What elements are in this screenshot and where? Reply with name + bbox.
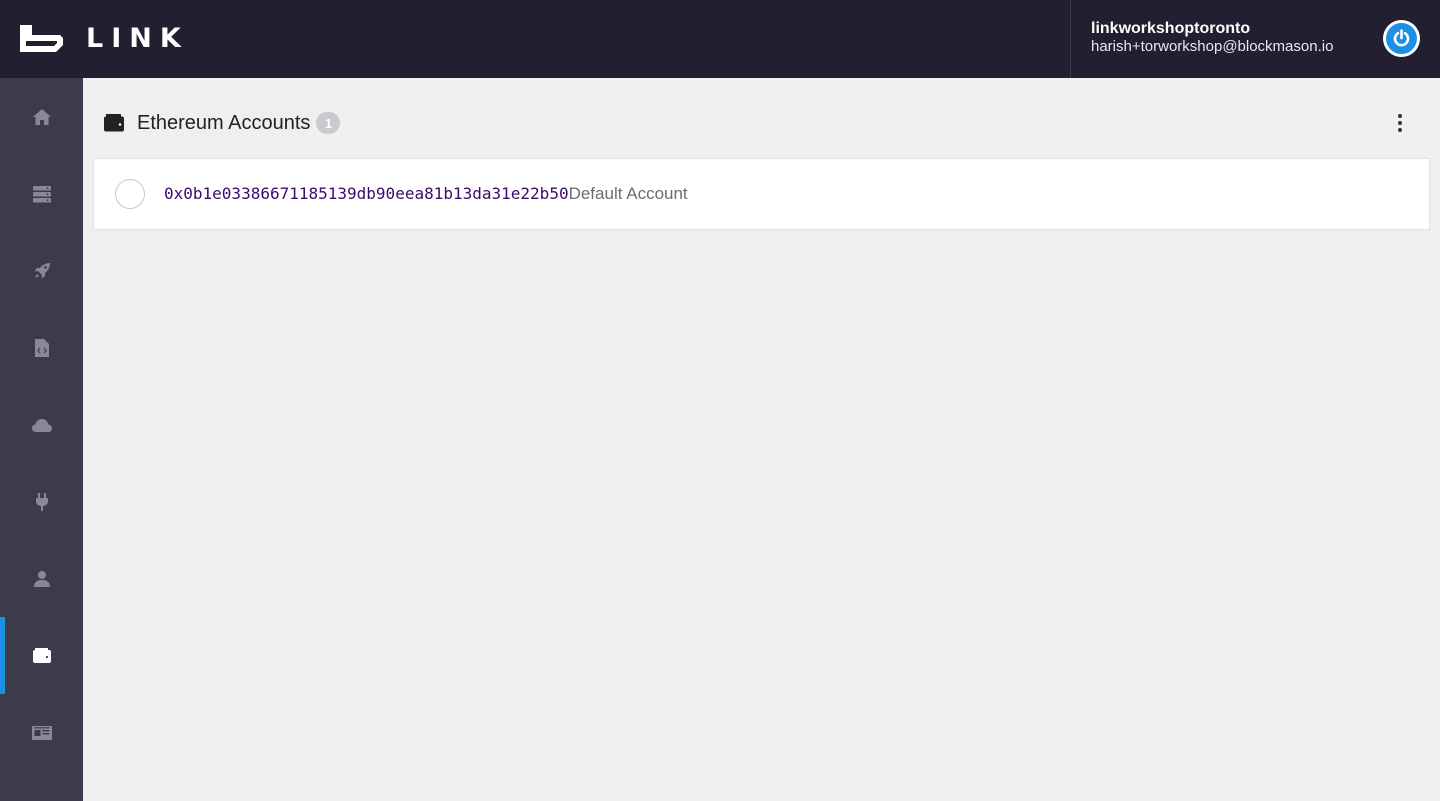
- link-logo[interactable]: LINK: [18, 20, 189, 56]
- sidebar-item-cloud[interactable]: [0, 386, 83, 463]
- wallet-icon: [104, 114, 124, 132]
- sidebar-item-id-card[interactable]: [0, 694, 83, 771]
- code-file-icon: [34, 338, 49, 357]
- page-title: Ethereum Accounts: [137, 111, 311, 134]
- user-email: harish+torworkshop@blockmason.io: [1091, 38, 1334, 55]
- sidebar-item-deploy[interactable]: [0, 232, 83, 309]
- account-label: Default Account: [568, 184, 688, 203]
- plug-icon: [35, 492, 48, 511]
- sidebar-item-servers[interactable]: [0, 155, 83, 232]
- wallet-icon: [32, 648, 51, 663]
- sidebar-item-user[interactable]: [0, 540, 83, 617]
- sidebar-nav: [0, 78, 83, 801]
- logo-text: LINK: [86, 22, 189, 54]
- more-vertical-icon[interactable]: [1388, 112, 1412, 134]
- top-bar: LINK linkworkshoptoronto harish+torworks…: [0, 0, 1440, 78]
- user-icon: [33, 570, 50, 587]
- user-divider: [1070, 0, 1071, 78]
- power-icon: [1386, 23, 1417, 54]
- cloud-icon: [31, 418, 52, 432]
- account-address: 0x0b1e03386671185139db90eea81b13da31e22b…: [164, 184, 569, 203]
- account-select-radio[interactable]: [115, 179, 145, 209]
- sidebar-item-wallet[interactable]: [0, 617, 83, 694]
- account-count-badge: 1: [316, 112, 341, 134]
- account-info: 0x0b1e03386671185139db90eea81b13da31e22b…: [164, 184, 688, 204]
- section-header: Ethereum Accounts 1: [103, 111, 341, 135]
- sidebar-item-code[interactable]: [0, 309, 83, 386]
- link-logo-icon: [20, 25, 63, 52]
- server-icon: [32, 185, 51, 202]
- account-list-item[interactable]: 0x0b1e03386671185139db90eea81b13da31e22b…: [93, 158, 1430, 230]
- logout-button[interactable]: [1383, 20, 1420, 57]
- rocket-icon: [34, 262, 50, 278]
- id-card-icon: [31, 725, 52, 740]
- sidebar-item-home[interactable]: [0, 78, 83, 155]
- user-name: linkworkshoptoronto: [1091, 20, 1251, 37]
- main-content: Ethereum Accounts 1 0x0b1e03386671185139…: [83, 78, 1440, 801]
- sidebar-item-plugins[interactable]: [0, 463, 83, 540]
- user-info: linkworkshoptoronto harish+torworkshop@b…: [1091, 20, 1333, 55]
- home-icon: [32, 108, 51, 125]
- active-indicator: [0, 617, 5, 694]
